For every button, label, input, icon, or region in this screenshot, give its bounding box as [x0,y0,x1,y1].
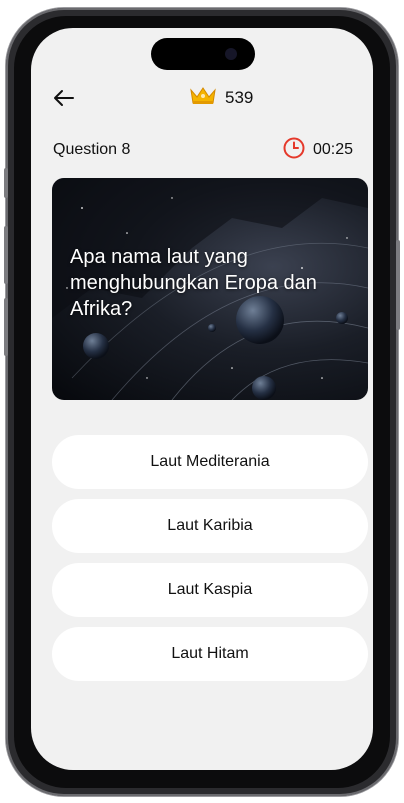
question-card: Apa nama laut yang menghubungkan Eropa d… [52,178,368,400]
dynamic-island [151,38,255,70]
question-text: Apa nama laut yang menghubungkan Eropa d… [70,246,317,320]
answer-option-3[interactable]: Laut Kaspia [52,563,368,617]
volume-down-button [4,298,8,356]
app-screen: 539 Question 8 00:25 Apa nama laut yang … [31,28,373,770]
volume-up-button [4,226,8,284]
clock-icon [282,136,306,165]
timer: 00:25 [282,136,353,165]
answer-option-2[interactable]: Laut Karibia [52,499,368,553]
power-button [396,240,400,330]
top-bar: 539 [31,84,373,114]
crown-icon [189,86,217,111]
score-value: 539 [225,88,254,107]
back-arrow-icon[interactable] [51,86,77,110]
front-camera [225,48,237,60]
score-display: 539 [189,86,253,110]
timer-value: 00:25 [312,141,353,158]
answer-option-4[interactable]: Laut Hitam [52,627,368,681]
question-header: Question 8 00:25 [53,136,353,165]
mute-switch [4,168,8,198]
answer-option-1[interactable]: Laut Mediterania [52,435,368,489]
question-number: Question 8 [53,141,131,158]
answer-list: Laut Mediterania Laut Karibia Laut Kaspi… [52,435,368,691]
